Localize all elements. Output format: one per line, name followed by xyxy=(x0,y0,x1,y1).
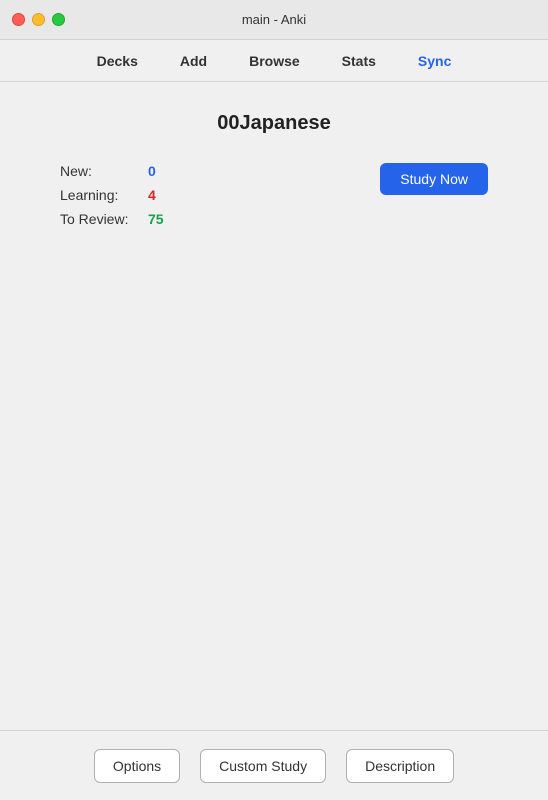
nav-bar: Decks Add Browse Stats Sync xyxy=(0,40,548,82)
stat-row-learning: Learning: 4 xyxy=(60,187,164,203)
custom-study-button[interactable]: Custom Study xyxy=(200,749,326,783)
study-now-button[interactable]: Study Now xyxy=(380,163,488,195)
review-value: 75 xyxy=(148,211,164,227)
nav-item-add[interactable]: Add xyxy=(174,49,213,73)
traffic-lights xyxy=(12,13,65,26)
main-content: 00Japanese New: 0 Learning: 4 To Review:… xyxy=(0,82,548,247)
minimize-button[interactable] xyxy=(32,13,45,26)
close-button[interactable] xyxy=(12,13,25,26)
learning-value: 4 xyxy=(148,187,156,203)
nav-item-sync[interactable]: Sync xyxy=(412,49,457,73)
maximize-button[interactable] xyxy=(52,13,65,26)
title-bar: main - Anki xyxy=(0,0,548,40)
learning-label: Learning: xyxy=(60,187,140,203)
stat-row-review: To Review: 75 xyxy=(60,211,164,227)
description-button[interactable]: Description xyxy=(346,749,454,783)
new-label: New: xyxy=(60,163,140,179)
stats-area: New: 0 Learning: 4 To Review: 75 Study N… xyxy=(60,163,488,227)
footer: Options Custom Study Description xyxy=(0,730,548,800)
options-button[interactable]: Options xyxy=(94,749,180,783)
nav-item-browse[interactable]: Browse xyxy=(243,49,306,73)
stat-row-new: New: 0 xyxy=(60,163,164,179)
new-value: 0 xyxy=(148,163,156,179)
window-title: main - Anki xyxy=(242,12,306,27)
nav-item-stats[interactable]: Stats xyxy=(336,49,382,73)
stats-left: New: 0 Learning: 4 To Review: 75 xyxy=(60,163,164,227)
nav-item-decks[interactable]: Decks xyxy=(91,49,144,73)
review-label: To Review: xyxy=(60,211,140,227)
deck-title: 00Japanese xyxy=(60,112,488,135)
